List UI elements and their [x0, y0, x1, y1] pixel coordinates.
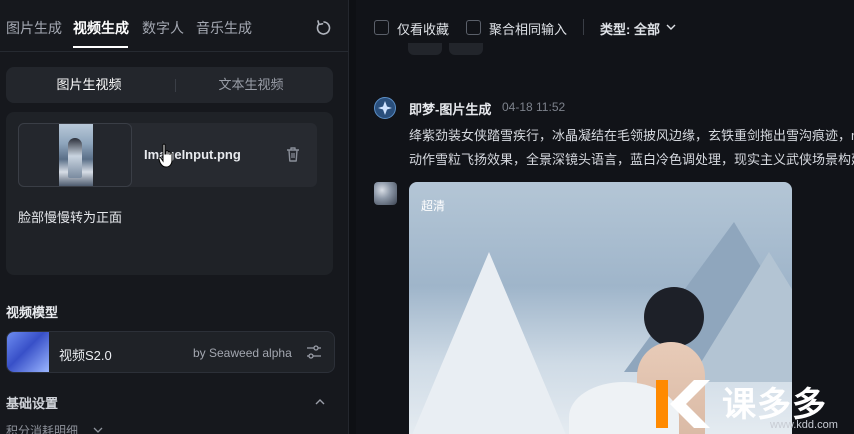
model-name: 视频S2.0: [59, 348, 112, 363]
message-prompt-line: 动作雪粒飞扬效果，全景深镜头语言，蓝白冷色调处理，现实主义武侠场景构建: [409, 152, 854, 167]
left-panel: 图片生成 视频生成 数字人 音乐生成 图片生视频 文本生视频 ImageInpu…: [0, 0, 349, 434]
tab-digital-human[interactable]: 数字人: [142, 18, 184, 38]
active-tab-indicator: [73, 46, 128, 48]
merge-input-checkbox[interactable]: [466, 20, 481, 35]
tab-video-generation[interactable]: 视频生成: [73, 18, 129, 38]
trash-icon[interactable]: [285, 146, 301, 163]
basic-settings-title[interactable]: 基础设置: [6, 393, 58, 412]
favorites-checkbox[interactable]: [374, 20, 389, 35]
message-time: 04-18 11:52: [502, 100, 566, 114]
model-icon: [7, 332, 49, 372]
hd-badge: 超清: [421, 199, 446, 213]
bot-avatar: [374, 97, 396, 119]
mode-segmented-control: 图片生视频 文本生视频: [6, 67, 333, 103]
model-vendor: by Seaweed alpha: [193, 346, 292, 360]
merge-input-label[interactable]: 聚合相同输入: [489, 19, 567, 38]
model-section-title: 视频模型: [6, 305, 59, 320]
prompt-text[interactable]: 脸部慢慢转为正面: [18, 207, 122, 226]
sliders-icon[interactable]: [306, 344, 322, 360]
refresh-icon[interactable]: [315, 19, 333, 37]
thumbnail-figure: [68, 138, 82, 178]
tab-image-generation[interactable]: 图片生成: [6, 18, 62, 38]
chevron-down-icon[interactable]: [93, 427, 103, 434]
credits-detail-link[interactable]: 积分消耗明细: [6, 422, 78, 434]
image-mountain: [409, 252, 569, 434]
user-avatar: [374, 182, 397, 205]
text-to-video-button[interactable]: 文本生视频: [171, 67, 331, 103]
model-selector[interactable]: 视频S2.0 by Seaweed alpha: [6, 331, 335, 373]
input-card: ImageInput.png 脸部慢慢转为正面: [6, 112, 333, 275]
sparkle-icon: [378, 101, 392, 115]
filter-bar: 仅看收藏 聚合相同输入 类型: 全部: [356, 0, 854, 56]
image-thumbnail[interactable]: [18, 123, 132, 187]
image-to-video-button[interactable]: 图片生视频: [9, 67, 169, 103]
chevron-up-icon[interactable]: [315, 398, 325, 406]
chevron-down-icon[interactable]: [666, 24, 676, 31]
previous-item-chip: [449, 43, 483, 55]
generated-image[interactable]: 超清: [409, 182, 792, 434]
type-filter-select[interactable]: 类型: 全部: [600, 19, 660, 38]
message-prompt-line: 绛紫劲装女侠踏雪疾行，冰晶凝结在毛领披风边缘，玄铁重剑拖出雪沟痕迹，m: [409, 128, 854, 143]
message-sender: 即梦-图片生成: [409, 102, 492, 117]
image-filename: ImageInput.png: [144, 147, 241, 162]
filter-divider: [583, 19, 584, 35]
results-area: 仅看收藏 聚合相同输入 类型: 全部 即梦-图片生成 04-18 11:52 绛…: [356, 0, 854, 434]
image-figure-hair: [644, 287, 704, 347]
tab-music-generation[interactable]: 音乐生成: [196, 18, 252, 38]
uploaded-image-row: ImageInput.png: [18, 123, 317, 187]
image-mountain: [689, 252, 792, 382]
previous-item-chip: [408, 43, 442, 55]
generation-tabs: 图片生成 视频生成 数字人 音乐生成: [0, 0, 348, 52]
favorites-label[interactable]: 仅看收藏: [397, 19, 449, 38]
